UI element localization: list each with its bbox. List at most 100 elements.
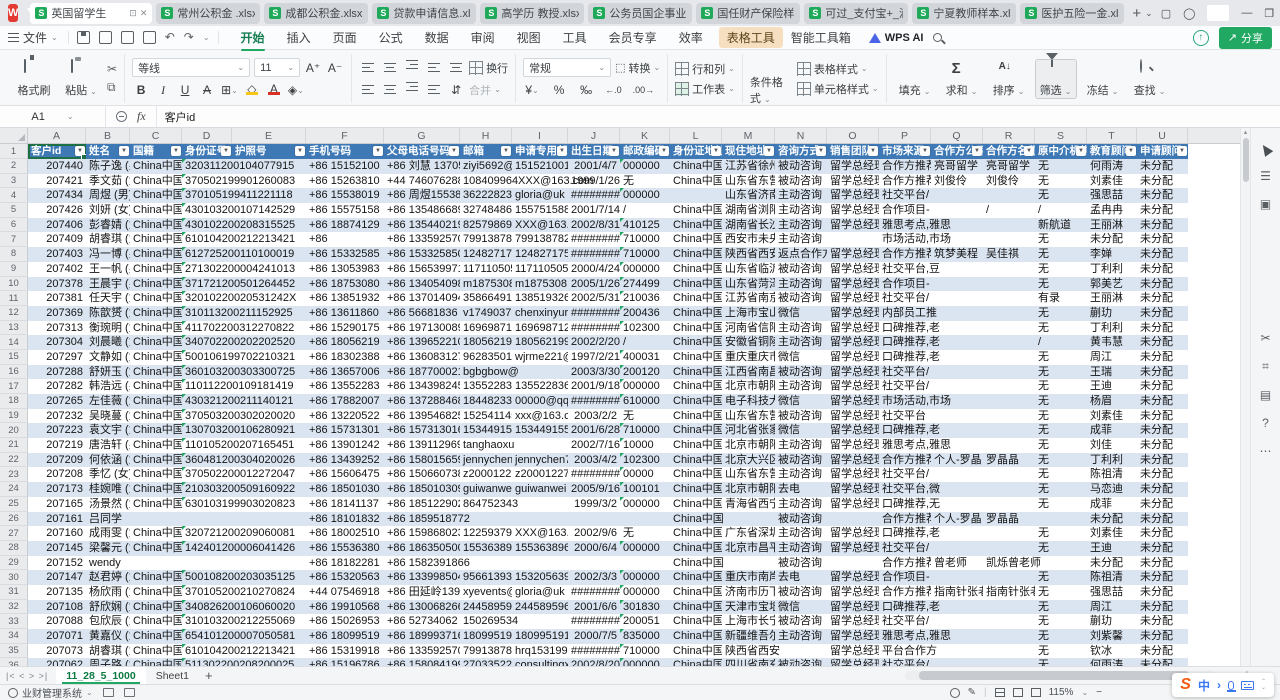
cell[interactable]: 平台合作方 — [879, 644, 931, 659]
cell[interactable]: m1875308 — [460, 277, 512, 292]
cell[interactable]: 主动咨询 — [775, 541, 827, 556]
cell[interactable]: 360481200304020026 — [182, 453, 232, 468]
cell[interactable]: 被动咨询 — [775, 453, 827, 468]
header-cell[interactable]: 合作方名称▼ — [983, 144, 1035, 159]
cell[interactable]: / — [1035, 203, 1087, 218]
cell[interactable]: 200051 — [620, 614, 670, 629]
cell[interactable]: 微信 — [775, 394, 827, 409]
tab-list-chevron-icon[interactable]: ⌄ — [1145, 8, 1153, 19]
cell[interactable] — [722, 512, 775, 527]
cell[interactable]: 无 — [1035, 644, 1087, 659]
cell[interactable]: ######## — [568, 394, 620, 409]
cell[interactable]: 无 — [1035, 541, 1087, 556]
cell[interactable]: 口碑推荐,老 — [879, 321, 931, 336]
cell[interactable]: 左佳薇 (女 — [86, 394, 130, 409]
cell[interactable]: China中国 — [670, 262, 722, 277]
cell[interactable]: 207403 — [28, 247, 86, 262]
column-header-A[interactable]: A — [28, 128, 86, 143]
cell[interactable]: 2002/8/31 — [568, 218, 620, 233]
cell[interactable]: China中国 — [670, 658, 722, 666]
cell[interactable]: 135522836 — [512, 379, 568, 394]
cell[interactable]: 青海省西宁 — [722, 497, 775, 512]
cell[interactable]: 207426 — [28, 203, 86, 218]
increase-indent-icon[interactable] — [447, 59, 465, 77]
cell[interactable]: 合作项目- — [879, 203, 931, 218]
cell[interactable]: 社交平台/ — [879, 291, 931, 306]
cell[interactable]: 无 — [1035, 629, 1087, 644]
cell[interactable]: 主动咨询 — [775, 335, 827, 350]
cell[interactable]: 李婵 — [1087, 247, 1137, 262]
row-header-24[interactable]: 24 — [0, 482, 28, 497]
filter-dropdown-icon[interactable]: ▼ — [119, 146, 129, 156]
cell[interactable]: +86 1565399710 — [384, 262, 460, 277]
cell[interactable]: 270335220 — [460, 658, 512, 666]
cell[interactable]: 社交平台/ — [879, 379, 931, 394]
header-cell[interactable]: 邮箱▼ — [460, 144, 512, 159]
cell[interactable]: 主动咨询 — [775, 497, 827, 512]
cell[interactable] — [983, 379, 1035, 394]
underline-button[interactable]: U — [176, 81, 194, 99]
cell[interactable]: 主动咨询 — [775, 379, 827, 394]
header-cell[interactable]: 合作方公司▼ — [931, 144, 983, 159]
document-tab[interactable]: S成都公积金.xlsx — [264, 3, 368, 24]
header-cell[interactable]: 销售团队▼ — [827, 144, 879, 159]
cell[interactable]: 207381 — [28, 291, 86, 306]
header-cell[interactable]: 护照号▼ — [232, 144, 306, 159]
cell[interactable]: 610104200212213421 — [182, 232, 232, 247]
insert-function-icon[interactable]: fx — [137, 109, 146, 124]
cell[interactable]: +86 1580841999 — [384, 658, 460, 666]
cell[interactable]: China中国 — [130, 218, 182, 233]
status-grid-icon[interactable] — [103, 688, 114, 697]
cell[interactable]: 2001/6/28 — [568, 423, 620, 438]
cell[interactable]: 000000 — [620, 262, 670, 277]
cell[interactable]: 返点合作方 — [775, 247, 827, 262]
cell[interactable]: 被动咨询 — [775, 262, 827, 277]
cell[interactable] — [983, 644, 1035, 659]
cell[interactable]: 口碑推荐,老 — [879, 600, 931, 615]
header-cell[interactable]: 身份证地址▼ — [670, 144, 722, 159]
cell[interactable]: 000000 — [620, 188, 670, 203]
cell[interactable]: China中国 — [130, 497, 182, 512]
cell[interactable]: 西安市未央 — [722, 232, 775, 247]
cell[interactable]: 彭睿婧 (女 — [86, 218, 130, 233]
cell[interactable]: 留学总经理 — [827, 482, 879, 497]
cell[interactable]: 刘俊伶 — [983, 174, 1035, 189]
column-header-T[interactable]: T — [1087, 128, 1137, 143]
cell[interactable]: +86 56681836 — [384, 306, 460, 321]
cell[interactable]: 主动咨询 — [775, 467, 827, 482]
cell[interactable] — [827, 232, 879, 247]
fill-color-button[interactable]: ◇ — [243, 81, 261, 99]
cell[interactable]: ######## — [568, 614, 620, 629]
cell[interactable]: +86 17882007 — [306, 394, 384, 409]
cell[interactable]: 成菲 — [1087, 497, 1137, 512]
cell[interactable]: 王丽淋 — [1087, 291, 1137, 306]
cell[interactable]: 2000/7/5 — [568, 629, 620, 644]
row-header-25[interactable]: 25 — [0, 497, 28, 512]
cell[interactable]: v17490376 — [460, 306, 512, 321]
find-button[interactable]: 查找 ⌄ — [1129, 60, 1171, 98]
cell[interactable]: 未分配 — [1137, 570, 1188, 585]
cell[interactable]: 陈祖清 — [1087, 570, 1137, 585]
cell[interactable]: 301830 — [620, 600, 670, 615]
menu-插入[interactable]: 插入 — [277, 27, 321, 48]
font-color-button[interactable]: A — [265, 81, 283, 99]
cell[interactable]: z20001227 — [512, 467, 568, 482]
status-outline-icon[interactable] — [124, 688, 135, 697]
cell[interactable] — [983, 423, 1035, 438]
cell[interactable]: 王晨宇 (男 — [86, 277, 130, 292]
cell[interactable]: 2003/3/30 — [568, 365, 620, 380]
cell[interactable] — [1035, 556, 1087, 571]
row-header-31[interactable]: 31 — [0, 585, 28, 600]
align-right-icon[interactable] — [403, 81, 421, 99]
header-cell[interactable]: 教育顾问▼ — [1087, 144, 1137, 159]
cell[interactable]: +86 15332585 — [306, 247, 384, 262]
cell[interactable]: 无 — [620, 409, 670, 424]
number-format-select[interactable]: 常规⌄ — [523, 58, 611, 77]
cell[interactable]: China中国 — [130, 467, 182, 482]
wps-ai-button[interactable]: WPS AI — [869, 32, 924, 44]
cell[interactable]: 山东省东营 — [722, 467, 775, 482]
cell[interactable]: 刘素佳 — [1087, 526, 1137, 541]
cell[interactable]: 1999/3/2 — [568, 497, 620, 512]
cell[interactable]: 留学总经理 — [827, 291, 879, 306]
cell[interactable]: 袁文宇 (女 — [86, 423, 130, 438]
